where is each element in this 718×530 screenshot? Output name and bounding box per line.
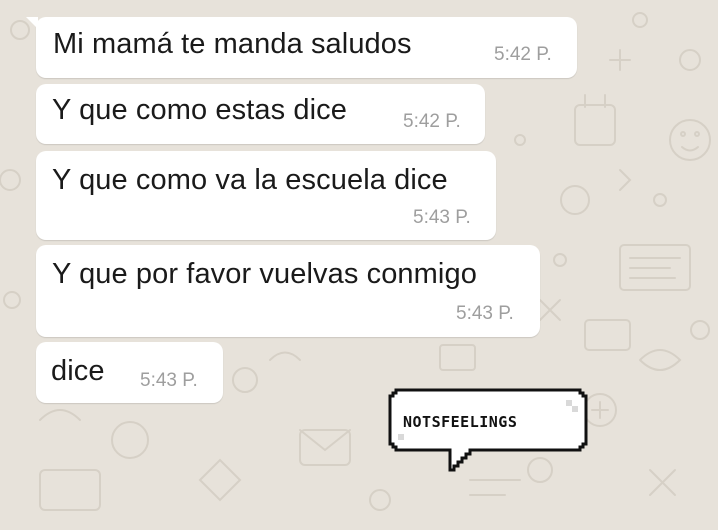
message-timestamp: 5:43 P.: [413, 207, 471, 228]
message-timestamp: 5:42 P.: [403, 111, 461, 132]
message-timestamp: 5:42 P.: [494, 44, 552, 65]
message-bubble[interactable]: dice 5:43 P.: [36, 342, 223, 403]
message-timestamp: 5:43 P.: [140, 370, 198, 391]
message-text: Mi mamá te manda saludos: [53, 28, 412, 60]
bubble-tail: [26, 17, 38, 29]
message-timestamp: 5:43 P.: [456, 303, 514, 324]
message-text: Y que por favor vuelvas conmigo: [52, 258, 477, 290]
message-bubble[interactable]: Y que como va la escuela dice 5:43 P.: [36, 151, 496, 240]
watermark-sticker: NOTSFEELINGS: [388, 388, 588, 476]
message-bubble[interactable]: Y que como estas dice 5:42 P.: [36, 84, 485, 144]
message-text: Y que como va la escuela dice: [52, 164, 448, 196]
message-text: Y que como estas dice: [52, 94, 347, 126]
speech-bubble-icon: [388, 388, 588, 472]
message-text: dice: [51, 355, 105, 387]
message-bubble[interactable]: Mi mamá te manda saludos 5:42 P.: [36, 17, 577, 78]
message-bubble[interactable]: Y que por favor vuelvas conmigo 5:43 P.: [36, 245, 540, 337]
watermark-text: NOTSFEELINGS: [403, 413, 518, 431]
